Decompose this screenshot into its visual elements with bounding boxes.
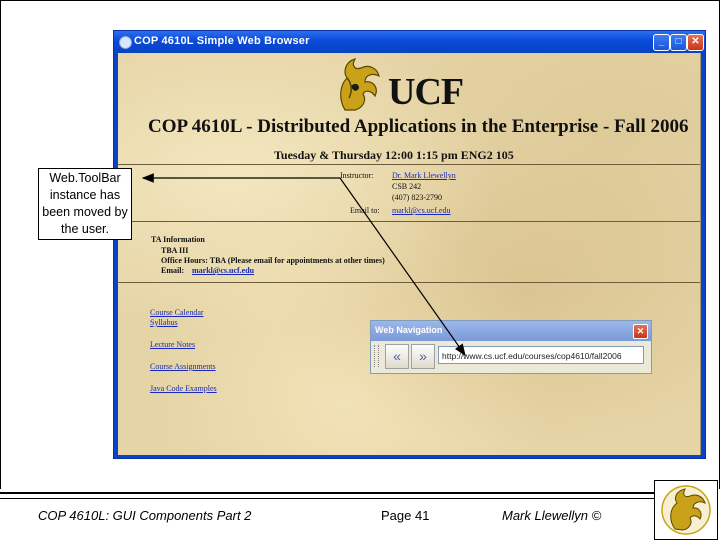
link-lecture-notes[interactable]: Lecture Notes xyxy=(150,340,195,349)
link-syllabus[interactable]: Syllabus xyxy=(150,318,178,327)
ucf-wordmark: UCF xyxy=(388,71,464,113)
forward-button[interactable]: » xyxy=(411,344,435,369)
window-titlebar[interactable]: COP 4610L Simple Web Browser _ □ ✕ xyxy=(114,31,705,53)
instructor-label: Instructor: xyxy=(340,171,374,180)
email-link[interactable]: markl@cs.ucf.edu xyxy=(392,206,450,215)
ta-office-hours: Office Hours: TBA (Please email for appo… xyxy=(161,256,385,265)
ta-name: TBA III xyxy=(161,246,189,255)
email-label: Email to: xyxy=(350,206,380,215)
link-course-assignments[interactable]: Course Assignments xyxy=(150,362,216,371)
slide-footer: COP 4610L: GUI Components Part 2 Page 41… xyxy=(0,488,720,540)
toolbar-grip-handle[interactable] xyxy=(374,345,379,367)
content-edge xyxy=(700,53,701,455)
toolbar-title: Web Navigation xyxy=(375,325,443,335)
ta-heading: TA Information xyxy=(151,235,205,244)
ta-email-link[interactable]: markl@cs.ucf.edu xyxy=(192,266,254,275)
pegasus-logo-icon xyxy=(340,57,380,111)
footer-author: Mark Llewellyn © xyxy=(502,508,602,523)
footer-pegasus-icon xyxy=(661,485,711,535)
footer-course: COP 4610L: GUI Components Part 2 xyxy=(38,508,252,523)
instructor-link[interactable]: Dr. Mark Llewellyn xyxy=(392,171,456,180)
phone-text: (407) 823-2790 xyxy=(392,193,442,202)
divider xyxy=(117,282,700,283)
maximize-button[interactable]: □ xyxy=(670,34,687,51)
toolbar-titlebar[interactable]: Web Navigation ✕ xyxy=(371,321,651,341)
link-java-code-examples[interactable]: Java Code Examples xyxy=(150,384,217,393)
office-text: CSB 242 xyxy=(392,182,422,191)
url-field[interactable]: http://www.cs.ucf.edu/courses/cop4610/fa… xyxy=(438,346,644,364)
app-icon xyxy=(119,36,132,49)
page-title: COP 4610L - Distributed Applications in … xyxy=(148,116,689,137)
footer-logo-box xyxy=(654,480,718,540)
divider xyxy=(117,221,700,222)
footer-page: Page 41 xyxy=(381,508,430,523)
callout-box: Web.ToolBar instance has been moved by t… xyxy=(38,168,132,240)
toolbar-close-button[interactable]: ✕ xyxy=(633,324,648,339)
minimize-button[interactable]: _ xyxy=(653,34,670,51)
ta-email-label: Email: xyxy=(161,266,185,275)
back-button[interactable]: « xyxy=(385,344,409,369)
web-navigation-toolbar[interactable]: Web Navigation ✕ « » http://www.cs.ucf.e… xyxy=(370,320,652,374)
link-course-calendar[interactable]: Course Calendar xyxy=(150,308,204,317)
close-button[interactable]: ✕ xyxy=(687,34,704,51)
schedule-line: Tuesday & Thursday 12:00 1:15 pm ENG2 10… xyxy=(274,148,514,162)
footer-rule xyxy=(0,492,656,499)
divider xyxy=(117,164,700,165)
window-title: COP 4610L Simple Web Browser xyxy=(134,35,310,47)
